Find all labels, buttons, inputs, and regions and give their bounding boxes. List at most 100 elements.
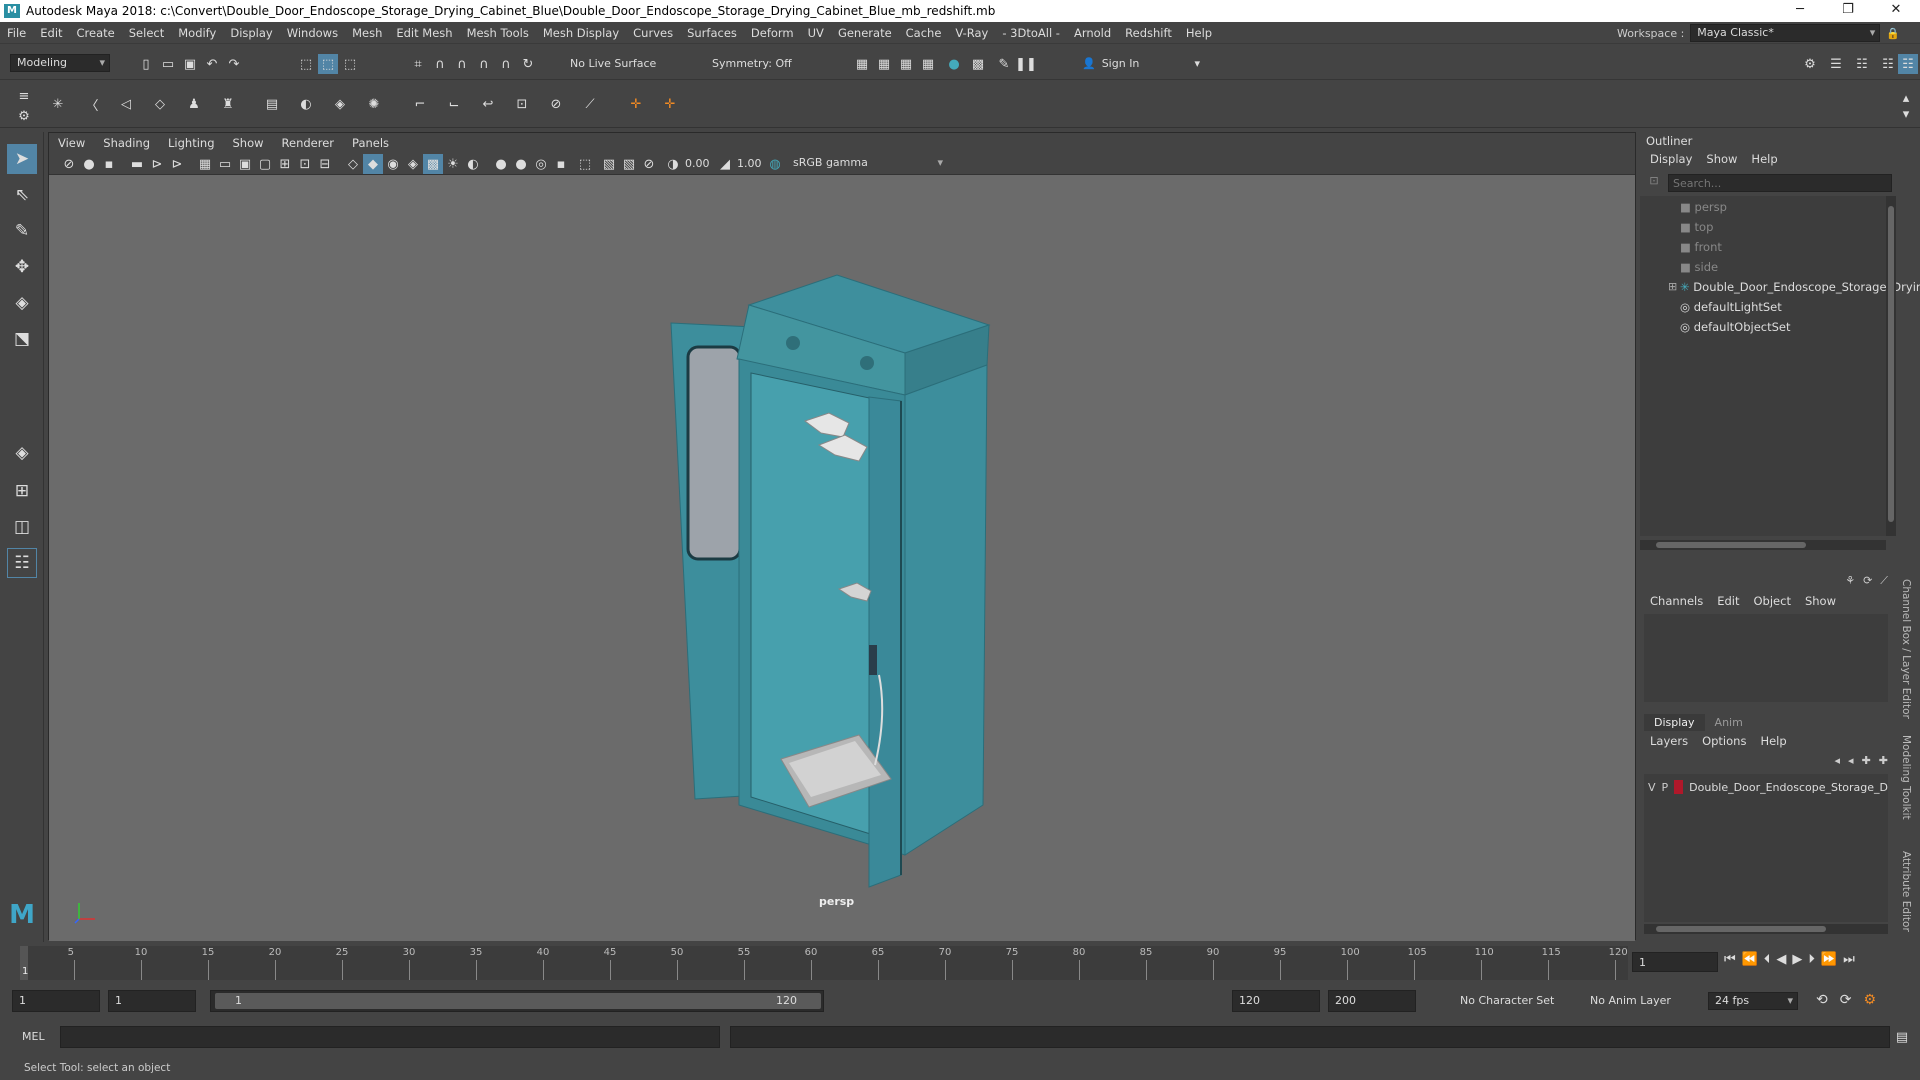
single-perspective-layout-icon[interactable]: ◈ [7,438,37,468]
outliner-item-cabinet-group[interactable]: ✳ Double_Door_Endoscope_Storage_Dryir [1680,278,1920,296]
menu-edit-mesh[interactable]: Edit Mesh [389,26,459,40]
outliner-search-input[interactable] [1668,174,1892,192]
menu-create[interactable]: Create [70,26,122,40]
gamma-icon[interactable]: ◢ [715,154,735,174]
render-sequence-icon[interactable]: ▦ [874,54,894,74]
wireframe-on-shaded-icon[interactable]: ◈ [403,154,423,174]
new-scene-icon[interactable]: ▯ [136,54,156,74]
four-view-layout-icon[interactable]: ⊞ [7,476,37,506]
shelf-hook-icon[interactable]: ↩ [478,94,498,114]
outliner-item-front[interactable]: ■ front [1680,238,1722,256]
layer-menu-help[interactable]: Help [1760,734,1786,748]
auto-key-icon[interactable]: ⟳ [1840,992,1852,1008]
anim-layer-dropdown[interactable]: No Anim Layer [1590,994,1671,1007]
menu-set-dropdown[interactable]: Modeling [10,54,110,72]
resolution-gate-icon[interactable]: ▣ [235,154,255,174]
live-surface-label[interactable]: No Live Surface [570,57,656,70]
range-slider-handle[interactable]: 1 120 [215,993,821,1009]
shelf-wrap-icon[interactable]: ✺ [364,94,384,114]
shelf-pivot-icon[interactable]: ✛ [660,94,680,114]
play-forward-icon[interactable]: ▶ [1792,952,1802,967]
shelf-menu-icon[interactable]: ≡ [14,86,34,106]
outliner-menu-show[interactable]: Show [1706,152,1737,166]
pause-icon[interactable]: ❚❚ [1015,54,1037,74]
layer-visibility-toggle[interactable]: V [1648,781,1656,794]
redshift-render-icon[interactable]: ✎ [994,54,1014,74]
loop-icon[interactable]: ⟲ [1816,992,1828,1008]
command-input[interactable] [60,1026,720,1048]
outliner-menu-display[interactable]: Display [1650,152,1692,166]
move-layer-down-icon[interactable]: ◂ [1848,754,1854,767]
command-language-label[interactable]: MEL [22,1030,45,1043]
range-slider[interactable]: 1 120 [210,990,824,1012]
exposure-value[interactable]: 0.00 [685,157,710,170]
layer-horizontal-scrollbar[interactable] [1644,924,1888,934]
side-tab-modeling-toolkit[interactable]: Modeling Toolkit [1900,735,1912,820]
channel-sync-icon[interactable]: ⟳ [1863,574,1872,588]
outliner-menu-help[interactable]: Help [1751,152,1777,166]
menu-uv[interactable]: UV [801,26,831,40]
viewport-canvas[interactable]: persp [49,175,1635,941]
time-slider[interactable]: 1 5 10 15 20 25 30 35 40 45 50 55 60 65 70 75 80 85 90 95 1… [0,944,1920,982]
gamma-value[interactable]: 1.00 [737,157,762,170]
menu-display[interactable]: Display [223,26,279,40]
isolate-select-icon[interactable]: ⬚ [575,154,595,174]
minimize-button[interactable]: ─ [1780,0,1820,22]
viewport-menu-lighting[interactable]: Lighting [159,136,223,150]
open-scene-icon[interactable]: ▭ [158,54,178,74]
layer-name[interactable]: Double_Door_Endoscope_Storage_D [1689,781,1888,794]
snap-pivot-icon[interactable]: ↻ [518,54,538,74]
animation-end-field[interactable]: 200 [1328,990,1416,1012]
new-layer-selected-icon[interactable]: ✚ [1879,754,1888,767]
snap-view-icon[interactable]: ∩ [474,54,494,74]
hypershade-icon[interactable]: ● [944,54,964,74]
menu-mesh-display[interactable]: Mesh Display [536,26,626,40]
channel-box-toggle-icon[interactable]: ☷ [1898,54,1918,74]
play-backward-icon[interactable]: ◀ [1776,952,1786,967]
default-material-icon[interactable]: ◉ [383,154,403,174]
two-pane-layout-icon[interactable]: ◫ [7,512,37,542]
exposure-icon[interactable]: ◑ [663,154,683,174]
expand-plus-icon[interactable]: ⊞ [1668,278,1678,296]
step-forward-key-icon[interactable]: ⏩ [1821,952,1837,967]
step-forward-frame-icon[interactable]: ⏵ [1808,952,1815,967]
shelf-bone-icon[interactable]: ◇ [150,94,170,114]
script-editor-icon[interactable]: ▤ [1892,1027,1912,1047]
select-tool-icon[interactable]: ➤ [7,144,37,174]
redo-icon[interactable]: ↷ [224,54,244,74]
snap-curve-icon[interactable]: ∩ [430,54,450,74]
move-layer-up-icon[interactable]: ◂ [1835,754,1841,767]
character-set-dropdown[interactable]: No Character Set [1460,994,1554,1007]
sign-in-button[interactable]: 👤 Sign In ▾ [1082,54,1200,72]
grid-toggle-icon[interactable]: ▦ [195,154,215,174]
paint-select-tool-icon[interactable]: ✎ [7,216,37,246]
safe-title-icon[interactable]: ⊟ [315,154,335,174]
viewport-menu-panels[interactable]: Panels [343,136,398,150]
outliner-horizontal-scrollbar[interactable] [1640,540,1886,550]
shelf-lattice-icon[interactable]: ◈ [330,94,350,114]
image-plane-icon[interactable]: ▬ [127,154,147,174]
tab-anim[interactable]: Anim [1705,714,1753,731]
shelf-ik-icon[interactable]: 〈 [82,94,102,114]
layer-menu-layers[interactable]: Layers [1650,734,1688,748]
menu-mesh-tools[interactable]: Mesh Tools [460,26,536,40]
channel-edit-icon[interactable]: ⟋ [1880,574,1888,588]
wireframe-icon[interactable]: ◇ [343,154,363,174]
viewport-menu-show[interactable]: Show [224,136,273,150]
shelf-bind-icon[interactable]: ▤ [262,94,282,114]
select-object-icon[interactable]: ⬚ [318,54,338,74]
outliner-layout-icon[interactable]: ☷ [7,548,37,578]
color-management-icon[interactable]: ◍ [765,154,785,174]
shelf-curve-icon[interactable]: ⌙ [444,94,464,114]
menu-3dtoall[interactable]: - 3DtoAll - [995,26,1067,40]
shelf-wire-icon[interactable]: ⟋ [580,94,600,114]
save-scene-icon[interactable]: ▣ [180,54,200,74]
shelf-skeleton-icon[interactable]: ♟ [184,94,204,114]
time-ruler[interactable]: 1 5 10 15 20 25 30 35 40 45 50 55 60 65 70 75 80 85 90 95 1… [20,946,1628,980]
step-back-frame-icon[interactable]: ⏴ [1764,952,1771,967]
tab-display[interactable]: Display [1644,714,1705,731]
shelf-paint-icon[interactable]: ⌐ [410,94,430,114]
layer-playback-toggle[interactable]: P [1662,781,1669,794]
outliner-item-default-object-set[interactable]: ◎ defaultObjectSet [1680,318,1791,336]
anim-prefs-icon[interactable]: ⚙ [1863,992,1876,1008]
